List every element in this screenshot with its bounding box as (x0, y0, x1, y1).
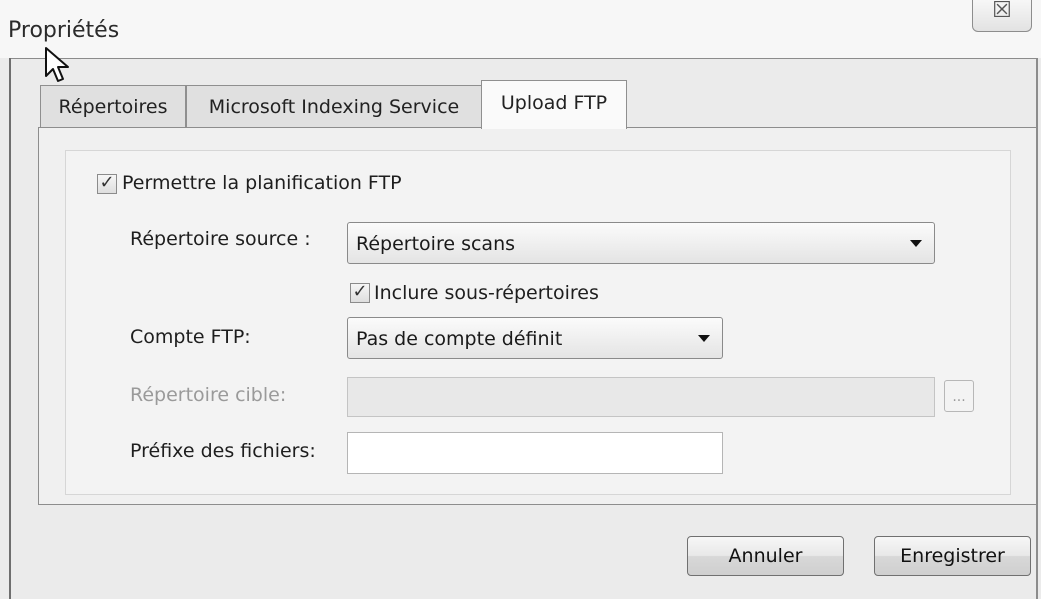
source-directory-label: Répertoire source : (130, 228, 311, 250)
tab-label: Répertoires (58, 96, 168, 118)
chevron-down-icon (698, 335, 710, 342)
tab-upload-ftp[interactable]: Upload FTP (481, 80, 627, 129)
ftp-account-label: Compte FTP: (130, 326, 251, 348)
check-icon: ✓ (99, 172, 115, 193)
tab-label: Microsoft Indexing Service (208, 96, 460, 118)
window-title: Propriétés (8, 18, 120, 43)
cancel-button[interactable]: Annuler (687, 536, 844, 576)
chevron-down-icon (910, 240, 922, 247)
file-prefix-label: Préfixe des fichiers: (130, 440, 316, 462)
window-frame-top (9, 58, 1038, 59)
include-subdirectories-label: Inclure sous-répertoires (374, 282, 599, 304)
check-icon: ✓ (352, 281, 368, 302)
mouse-pointer-icon (45, 47, 69, 82)
tab-label: Upload FTP (500, 92, 608, 114)
enable-ftp-checkbox[interactable]: ✓ (97, 172, 117, 194)
tab-microsoft-indexing-service[interactable]: Microsoft Indexing Service (186, 85, 482, 127)
source-directory-value: Répertoire scans (356, 233, 516, 255)
window-frame-left (9, 58, 11, 599)
browse-button[interactable]: ... (944, 380, 974, 412)
tab-repertoires[interactable]: Répertoires (40, 85, 186, 127)
target-directory-field[interactable] (347, 377, 935, 417)
close-button[interactable]: ☒ (972, 0, 1032, 32)
target-directory-label: Répertoire cible: (130, 384, 287, 406)
ftp-account-dropdown[interactable]: Pas de compte définit (347, 317, 723, 359)
include-subdirectories-checkbox[interactable]: ✓ (350, 281, 370, 303)
close-icon: ☒ (992, 0, 1012, 23)
title-bar (0, 0, 1041, 58)
file-prefix-input[interactable] (347, 432, 723, 474)
save-button[interactable]: Enregistrer (874, 536, 1031, 576)
ftp-account-value: Pas de compte définit (356, 328, 563, 350)
source-directory-dropdown[interactable]: Répertoire scans (347, 222, 935, 264)
enable-ftp-label: Permettre la planification FTP (122, 172, 402, 194)
